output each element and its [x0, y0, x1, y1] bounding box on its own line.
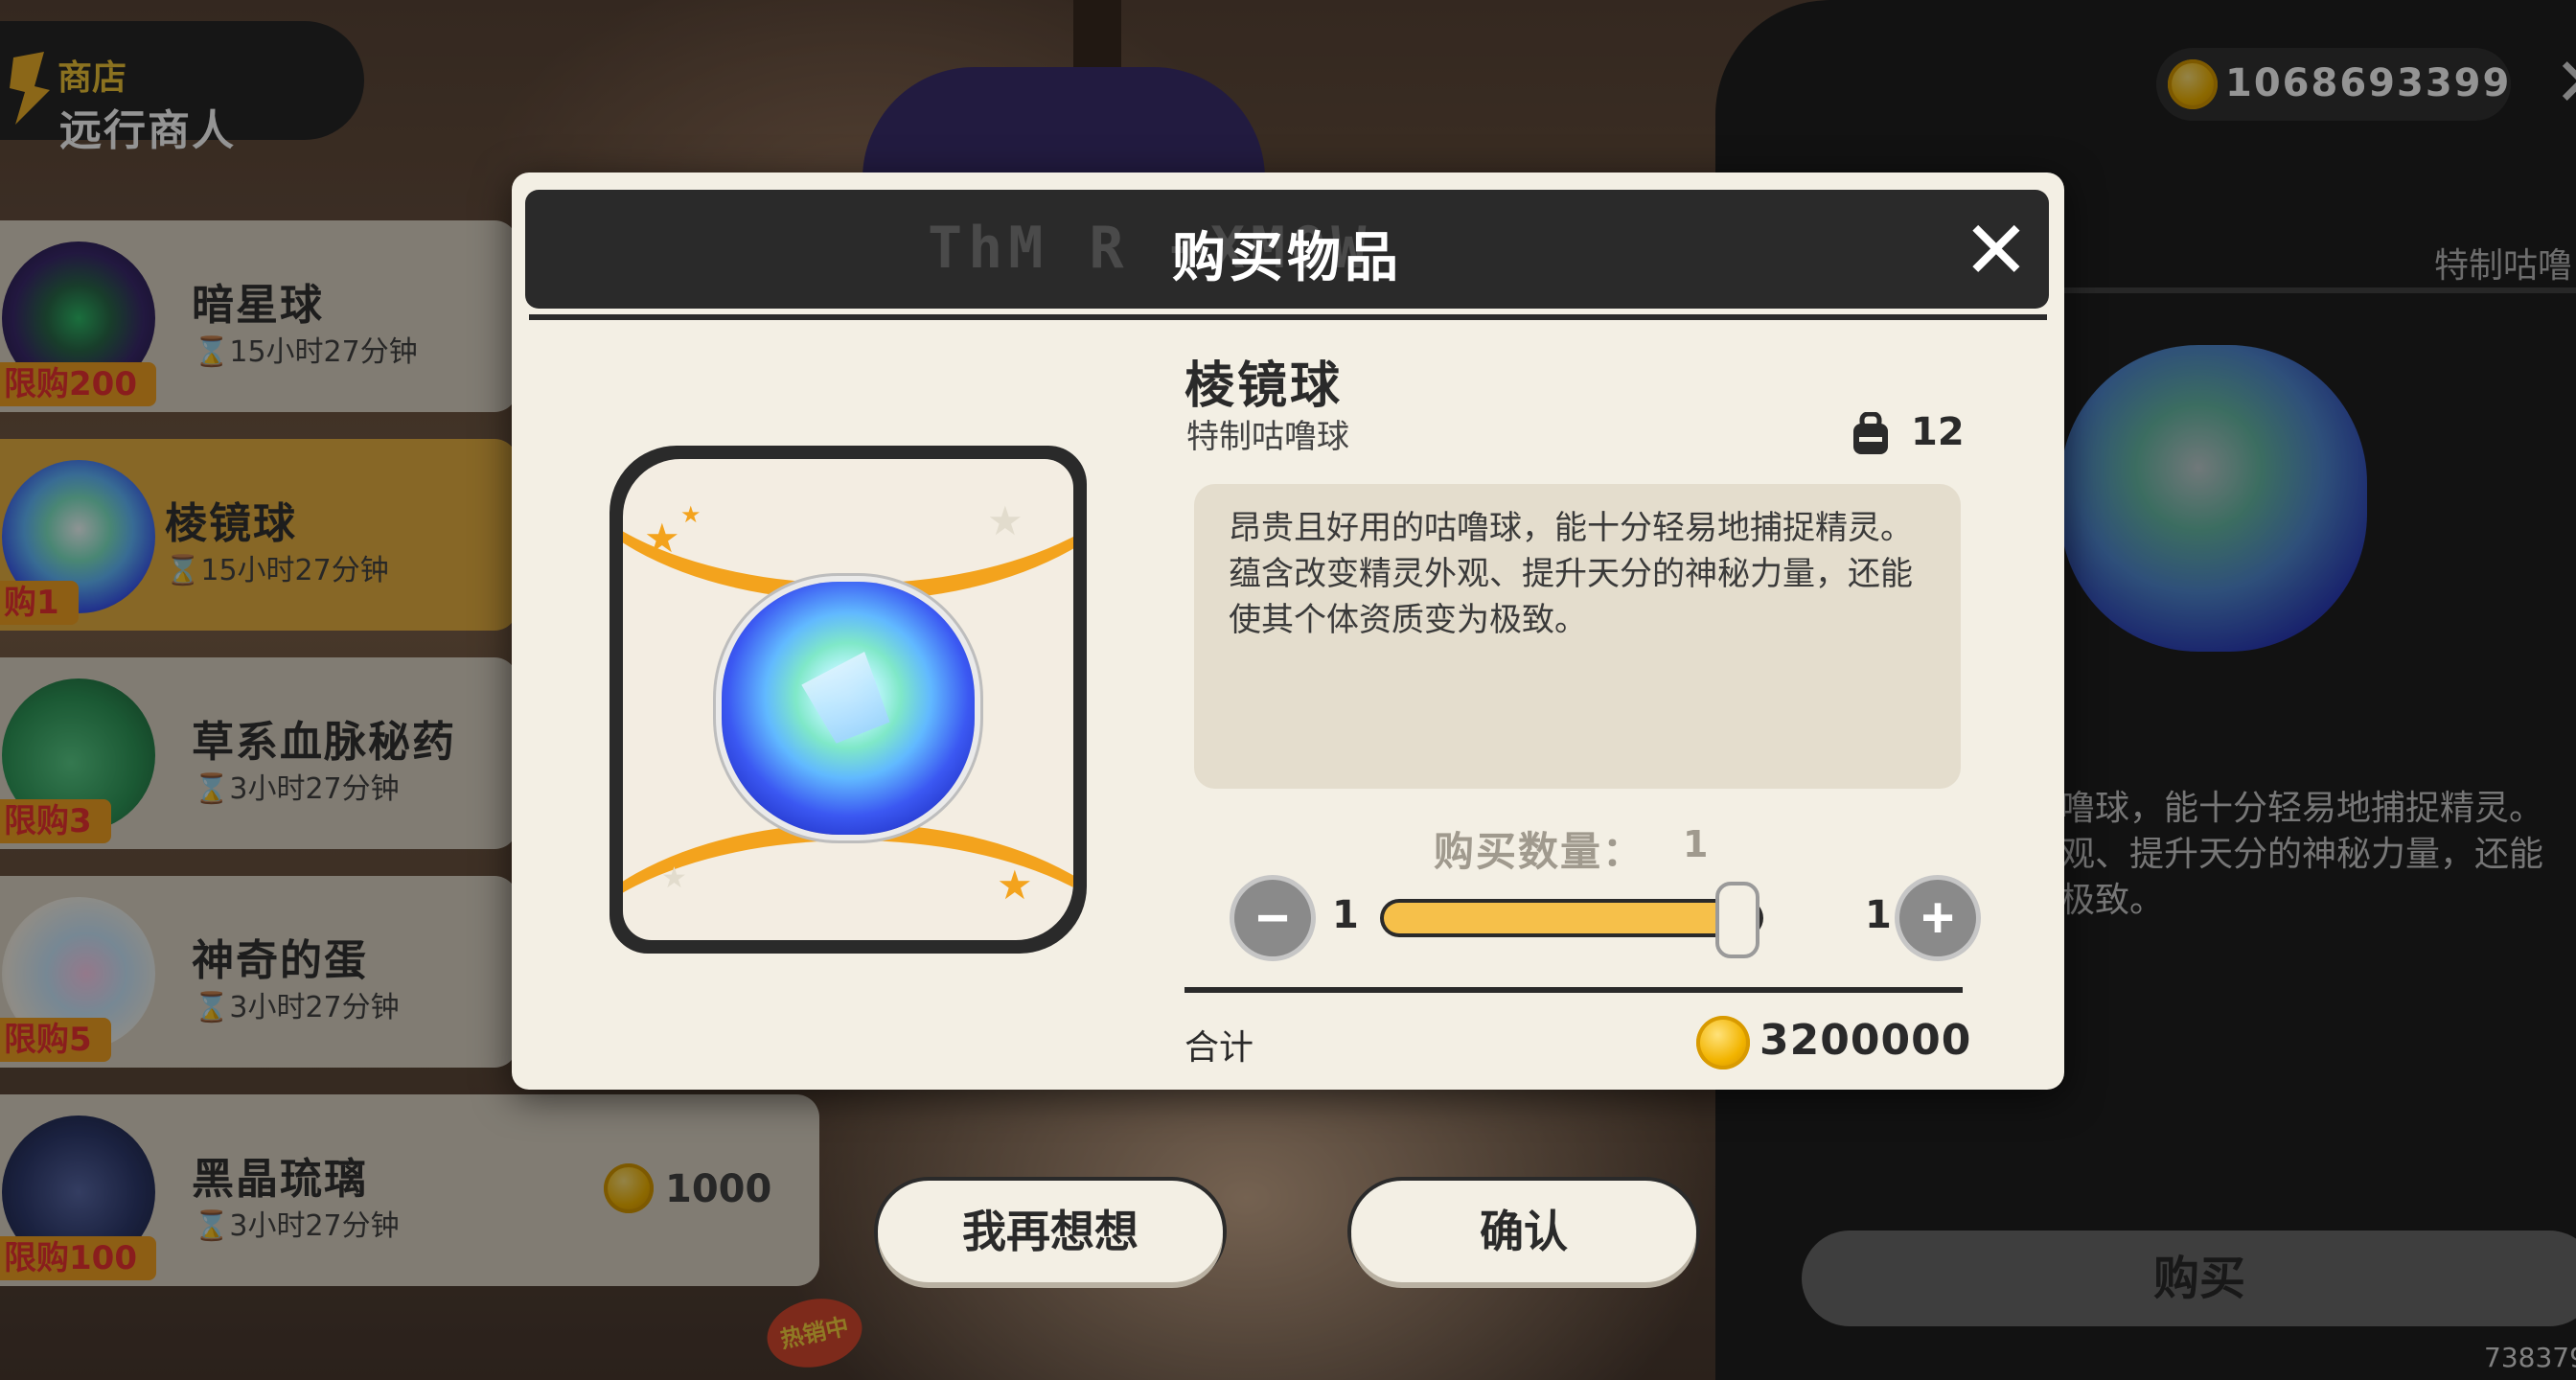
dialog-titlebar: ThM R +XMOW 购买物品 ✕ [525, 190, 2049, 309]
total-price: 3200000 [1760, 1016, 1972, 1065]
item-title: 棱镜球 [1184, 357, 1344, 415]
slider-min-label: 1 [1332, 893, 1359, 937]
total-divider [1184, 987, 1963, 993]
cancel-button[interactable]: 我再想想 [878, 1181, 1223, 1282]
star-icon: ★ [987, 497, 1024, 544]
quantity-slider[interactable] [1380, 899, 1763, 937]
quantity-slider-fill [1384, 903, 1760, 933]
star-icon: ★ [997, 862, 1033, 908]
gem-facet [787, 635, 909, 758]
item-description-box: 昂贵且好用的咕噜球，能十分轻易地捕捉精灵。 蕴含改变精灵外观、提升天分的神秘力量… [1194, 484, 1961, 789]
item-subtitle: 特制咕噜球 [1186, 418, 1349, 456]
owned-count: 12 [1911, 410, 1965, 454]
confirm-button[interactable]: 确认 [1351, 1181, 1696, 1282]
increase-quantity-button[interactable]: + [1899, 880, 1976, 956]
decrease-quantity-button[interactable]: − [1234, 880, 1311, 956]
total-label: 合计 [1184, 1028, 1254, 1068]
purchase-dialog: ThM R +XMOW 购买物品 ✕ ★ ★ ★ ★ ★ 棱镜球 特制咕噜球 1… [512, 172, 2064, 1090]
star-icon: ★ [661, 862, 687, 895]
item-card: ★ ★ ★ ★ ★ [610, 446, 1087, 954]
prism-ball-icon [722, 582, 975, 835]
dialog-divider [529, 314, 2047, 320]
item-card-inner: ★ ★ ★ ★ ★ [623, 459, 1073, 940]
star-icon: ★ [644, 515, 680, 562]
quantity-slider-thumb[interactable] [1715, 882, 1760, 958]
slider-max-label: 1 [1865, 893, 1892, 937]
star-icon: ★ [680, 501, 702, 528]
quantity-label: 购买数量： [1434, 828, 1645, 875]
backpack-icon [1853, 412, 1888, 454]
dialog-title: 购买物品 [1172, 227, 1402, 289]
gold-coin-icon [1696, 1016, 1750, 1070]
close-icon[interactable]: ✕ [1953, 207, 2039, 293]
item-description: 昂贵且好用的咕噜球，能十分轻易地捕捉精灵。 蕴含改变精灵外观、提升天分的神秘力量… [1229, 509, 1913, 639]
quantity-value: 1 [1683, 823, 1709, 865]
